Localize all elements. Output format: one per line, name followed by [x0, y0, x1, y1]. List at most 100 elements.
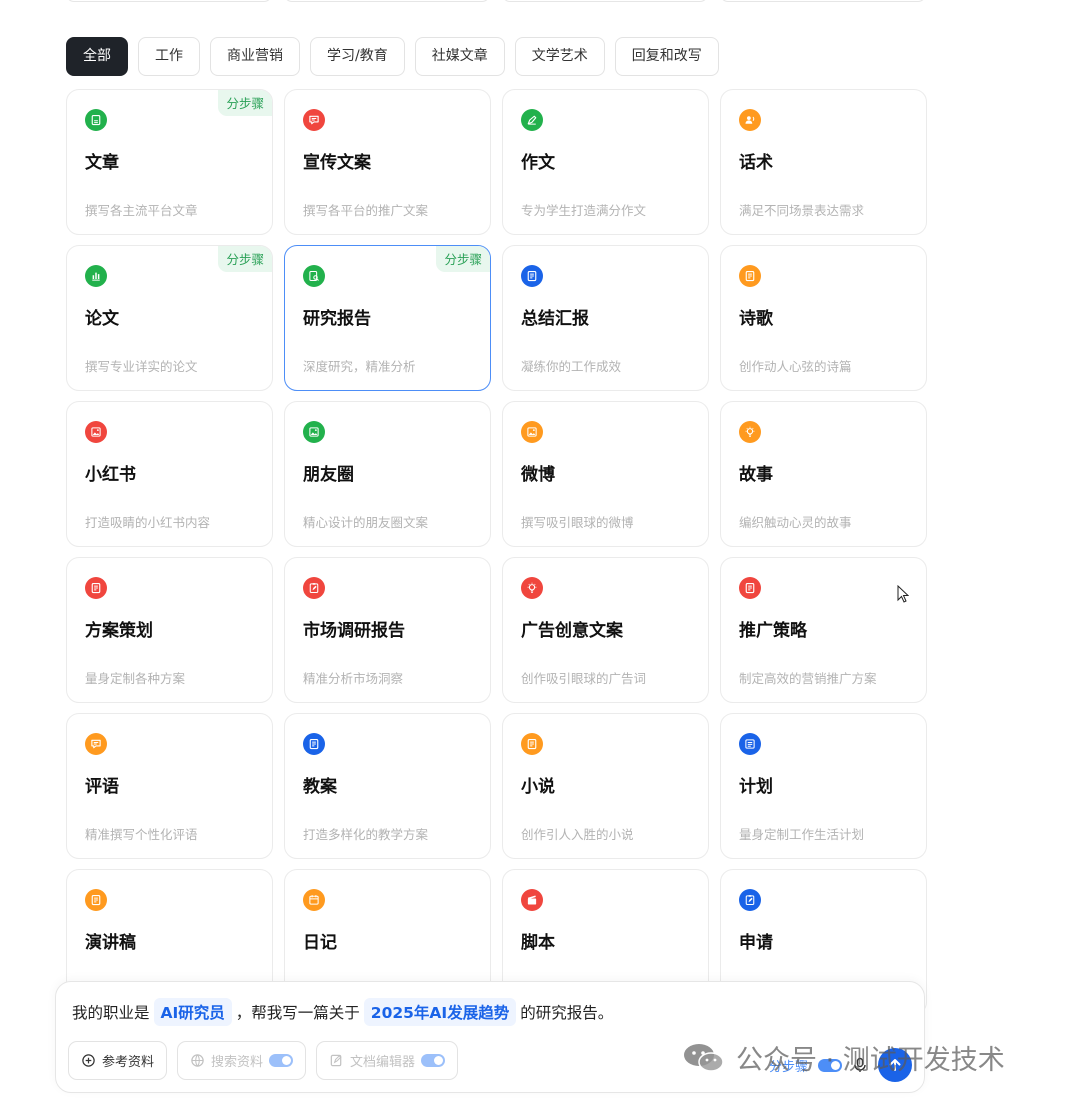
card-title: 微博: [521, 465, 555, 485]
template-card[interactable]: 话术满足不同场景表达需求: [720, 89, 927, 235]
card-title: 脚本: [521, 933, 555, 953]
card-title: 文章: [85, 153, 119, 173]
speech-bubble-icon: [85, 733, 107, 755]
tab-1[interactable]: 工作: [138, 37, 200, 76]
prompt-middle: ，帮我写一篇关于: [235, 1004, 360, 1022]
card-title: 宣传文案: [303, 153, 371, 173]
tab-3[interactable]: 学习/教育: [310, 37, 405, 76]
card-description: 撰写专业详实的论文: [85, 359, 198, 374]
lightbulb-icon: [521, 577, 543, 599]
template-card[interactable]: 朋友圈 精心设计的朋友圈文案: [284, 401, 491, 547]
card-description: 撰写各主流平台文章: [85, 203, 198, 218]
card-title: 日记: [303, 933, 337, 953]
card-title: 小红书: [85, 465, 136, 485]
template-card[interactable]: 广告创意文案 创作吸引眼球的广告词: [502, 557, 709, 703]
step-badge: 分步骤: [436, 246, 490, 272]
image-icon: [521, 421, 543, 443]
card-description: 满足不同场景表达需求: [739, 203, 865, 218]
notebook-icon: [85, 889, 107, 911]
template-card[interactable]: 推广策略制定高效的营销推广方案: [720, 557, 927, 703]
speaker-person-icon: [739, 109, 761, 131]
clipboard-edit-icon: [303, 577, 325, 599]
slot-profession[interactable]: AI研究员: [153, 998, 232, 1026]
document-icon: [85, 109, 107, 131]
lightbulb-icon: [739, 421, 761, 443]
card-description: 量身定制工作生活计划: [739, 827, 865, 842]
template-card[interactable]: 计划量身定制工作生活计划: [720, 713, 927, 859]
card-title: 研究报告: [303, 309, 371, 329]
template-card[interactable]: 宣传文案 撰写各平台的推广文案: [284, 89, 491, 235]
speech-bubble-icon: [303, 109, 325, 131]
card-title: 申请: [739, 933, 773, 953]
card-title: 市场调研报告: [303, 621, 405, 641]
template-card[interactable]: 研究报告深度研究，精准分析 分步骤: [284, 245, 491, 391]
template-card[interactable]: 故事编织触动心灵的故事: [720, 401, 927, 547]
template-card[interactable]: 小说创作引人入胜的小说: [502, 713, 709, 859]
globe-icon: [191, 1054, 204, 1067]
template-card[interactable]: 微博撰写吸引眼球的微博: [502, 401, 709, 547]
card-title: 故事: [739, 465, 773, 485]
card-description: 深度研究，精准分析: [303, 359, 416, 374]
prompt-text[interactable]: 我的职业是 AI研究员 ，帮我写一篇关于 2025年AI发展趋势 的研究报告。: [72, 998, 613, 1026]
tool-button-1[interactable]: 搜索资料: [177, 1041, 307, 1080]
template-card[interactable]: 小红书 打造吸睛的小红书内容: [66, 401, 273, 547]
card-description: 撰写吸引眼球的微博: [521, 515, 634, 530]
clapperboard-icon: [521, 889, 543, 911]
step-badge: 分步骤: [218, 90, 272, 116]
image-icon: [303, 421, 325, 443]
pen-icon: [521, 109, 543, 131]
clipboard-edit-icon: [739, 889, 761, 911]
template-grid: 文章 撰写各主流平台文章 分步骤 宣传文案 撰写各平台的推广文案 作文 专为学生打造满分作文…: [66, 89, 927, 1015]
template-card[interactable]: 作文 专为学生打造满分作文: [502, 89, 709, 235]
card-title: 评语: [85, 777, 119, 797]
tool-label: 搜索资料: [211, 1055, 264, 1070]
card-title: 计划: [739, 777, 773, 797]
notebook-icon: [303, 733, 325, 755]
notebook-icon: [85, 577, 107, 599]
template-card[interactable]: 方案策划 量身定制各种方案: [66, 557, 273, 703]
notebook-icon: [521, 733, 543, 755]
tab-6[interactable]: 回复和改写: [614, 37, 719, 76]
search-document-icon: [303, 265, 325, 287]
card-title: 教案: [303, 777, 337, 797]
watermark-text: 公众号 · 测试开发技术: [736, 1045, 1005, 1076]
tab-5[interactable]: 文学艺术: [514, 37, 605, 76]
tool-label: 文档编辑器: [350, 1055, 416, 1070]
template-card[interactable]: 诗歌 创作动人心弦的诗篇: [720, 245, 927, 391]
template-card[interactable]: 市场调研报告 精准分析市场洞察: [284, 557, 491, 703]
card-description: 专为学生打造满分作文: [521, 203, 647, 218]
card-description: 凝练你的工作成效: [521, 359, 622, 374]
template-card[interactable]: 论文 撰写专业详实的论文 分步骤: [66, 245, 273, 391]
template-card[interactable]: 评语 精准撰写个性化评语: [66, 713, 273, 859]
slot-topic[interactable]: 2025年AI发展趋势: [363, 998, 517, 1026]
calendar-icon: [303, 889, 325, 911]
notebook-icon: [521, 265, 543, 287]
card-title: 诗歌: [739, 309, 773, 329]
tab-0[interactable]: 全部: [66, 37, 128, 76]
list-icon: [739, 733, 761, 755]
template-card[interactable]: 总结汇报 凝练你的工作成效: [502, 245, 709, 391]
card-title: 小说: [521, 777, 555, 797]
tool-toggle[interactable]: [269, 1054, 294, 1067]
tool-label: 参考资料: [102, 1055, 155, 1070]
card-description: 制定高效的营销推广方案: [739, 671, 877, 686]
card-title: 论文: [85, 309, 119, 329]
tool-toggle[interactable]: [421, 1054, 446, 1067]
previous-row-cards: [66, 0, 926, 2]
card-description: 打造多样化的教学方案: [303, 827, 429, 842]
card-title: 话术: [739, 153, 773, 173]
template-card[interactable]: 教案打造多样化的教学方案: [284, 713, 491, 859]
card-title: 推广策略: [739, 621, 807, 641]
card-title: 广告创意文案: [521, 621, 623, 641]
card-description: 创作引人入胜的小说: [521, 827, 634, 842]
plus-circle-icon: [82, 1054, 95, 1067]
tool-button-0[interactable]: 参考资料: [68, 1041, 168, 1080]
card-title: 方案策划: [85, 621, 153, 641]
tab-4[interactable]: 社媒文章: [414, 37, 505, 76]
wechat-logo-icon: [684, 1043, 724, 1072]
card-description: 编织触动心灵的故事: [739, 515, 852, 530]
card-title: 朋友圈: [303, 465, 354, 485]
template-card[interactable]: 文章撰写各主流平台文章 分步骤: [66, 89, 273, 235]
tool-button-2[interactable]: 文档编辑器: [316, 1041, 459, 1080]
tab-2[interactable]: 商业营销: [210, 37, 300, 76]
